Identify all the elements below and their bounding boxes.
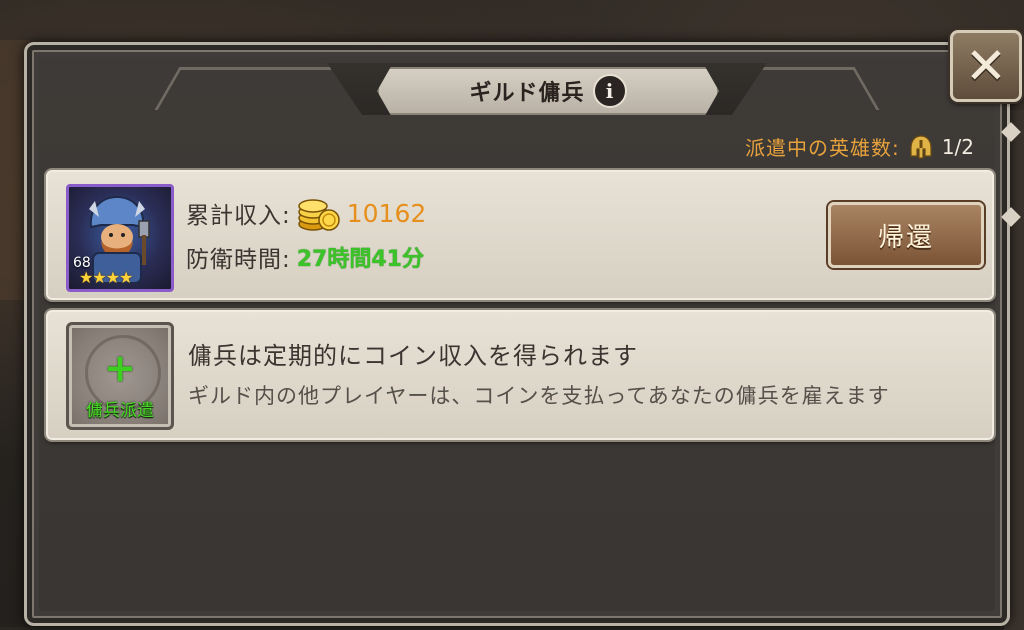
title-plate: ギルド傭兵 i: [377, 67, 719, 115]
deployed-hero-count: 派遣中の英雄数: 1/2: [745, 132, 974, 161]
header-ornament-left: [154, 67, 333, 110]
deployed-count-label: 派遣中の英雄数:: [745, 136, 900, 160]
info-icon[interactable]: i: [592, 74, 627, 108]
defense-time-row: 防衛時間: 27時間41分: [186, 240, 424, 274]
deploy-mercenary-label: 傭兵派遣: [86, 401, 154, 421]
close-button[interactable]: ✕: [950, 30, 1022, 102]
deployed-count-value: 1/2: [941, 134, 974, 159]
hero-star-rating: ★★★★: [79, 268, 133, 287]
gold-coins-icon: [298, 199, 340, 231]
hero-portrait[interactable]: 68 ★★★★: [66, 184, 174, 292]
return-button[interactable]: 帰還: [828, 202, 984, 268]
helmet-icon: [910, 134, 932, 159]
income-value: 10162: [346, 198, 427, 228]
close-icon: ✕: [965, 37, 1007, 95]
income-row: 累計収入: 10162: [186, 194, 426, 232]
plus-icon: +: [104, 346, 136, 390]
info-text-primary: 傭兵は定期的にコイン収入を得られます: [188, 342, 638, 370]
defense-time-value: 27時間41分: [296, 247, 424, 272]
deploy-mercenary-button[interactable]: + 傭兵派遣: [66, 322, 174, 430]
dialog-title: ギルド傭兵: [469, 81, 585, 106]
return-button-label: 帰還: [877, 222, 934, 253]
defense-time-label: 防衛時間:: [186, 247, 291, 273]
deployed-hero-card: 68 ★★★★ 累計収入: 10162 防衛時間: 27時間41分 帰還: [46, 170, 994, 300]
mercenary-info-card: + 傭兵派遣 傭兵は定期的にコイン収入を得られます ギルド内の他プレイヤーは、コ…: [46, 310, 994, 440]
info-text-secondary: ギルド内の他プレイヤーは、コインを支払ってあなたの傭兵を雇えます: [188, 384, 890, 408]
income-label: 累計収入:: [186, 203, 291, 229]
